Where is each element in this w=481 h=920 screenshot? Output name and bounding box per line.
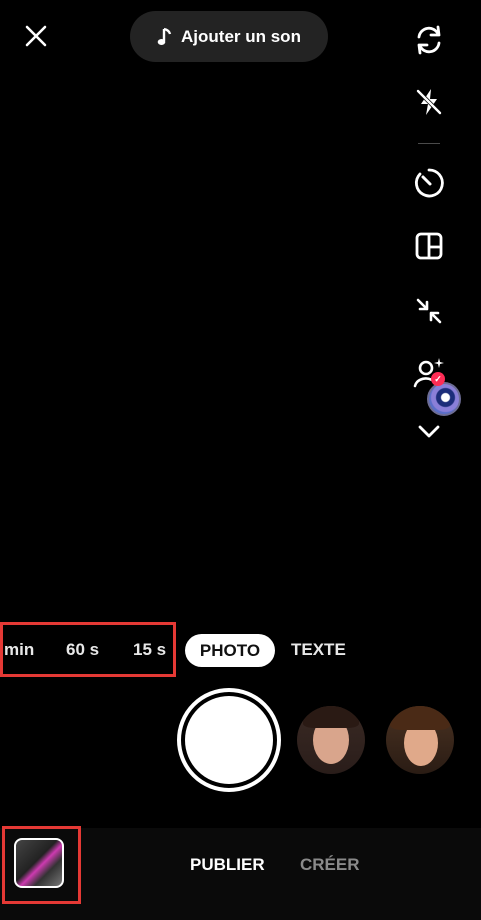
mode-photo[interactable]: PHOTO [185, 634, 275, 667]
effect-thumbnail-2[interactable] [386, 706, 454, 774]
layout-grid-icon [415, 232, 443, 260]
zoom-button[interactable] [410, 292, 448, 330]
chevron-down-icon [418, 425, 440, 438]
flash-button[interactable] [410, 83, 448, 121]
flip-camera-icon [417, 25, 441, 55]
rail-divider [418, 143, 440, 144]
shutter-inner [185, 696, 273, 784]
effect-thumbnail-1[interactable] [297, 706, 365, 774]
timer-icon [415, 168, 444, 198]
add-sound-button[interactable]: Ajouter un son [130, 11, 328, 62]
more-options-button[interactable] [410, 412, 448, 450]
mode-text[interactable]: TEXTE [291, 640, 346, 660]
music-note-icon [157, 27, 172, 45]
mode-photo-label: PHOTO [199, 640, 261, 660]
shutter-button[interactable] [177, 688, 281, 792]
layout-button[interactable] [410, 227, 448, 265]
annotation-highlight-gallery [2, 826, 81, 904]
beauty-effect-thumbnail[interactable] [427, 382, 461, 416]
close-button[interactable] [22, 22, 50, 50]
annotation-highlight-duration-modes [0, 622, 176, 677]
beauty-active-badge: ✓ [431, 372, 445, 386]
close-icon [25, 25, 47, 47]
tab-publish[interactable]: PUBLIER [190, 855, 265, 875]
tab-create[interactable]: CRÉER [300, 855, 360, 875]
add-sound-label: Ajouter un son [181, 26, 301, 46]
collapse-arrows-icon [416, 298, 442, 324]
timer-button[interactable] [410, 164, 448, 202]
flip-camera-button[interactable] [410, 21, 448, 59]
flash-off-icon [416, 89, 442, 115]
